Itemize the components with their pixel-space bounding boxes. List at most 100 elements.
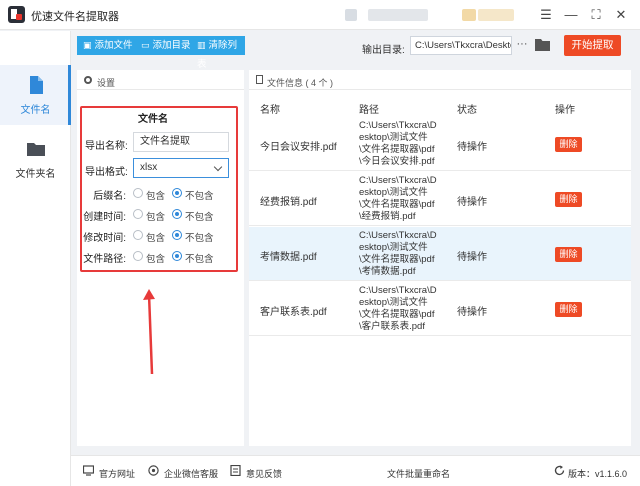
blurred-vip-badge bbox=[462, 9, 476, 21]
path-line: \今日会议安排.pdf bbox=[359, 156, 435, 167]
nav-item-foldername[interactable]: 文件夹名 bbox=[0, 129, 71, 189]
path-line: \经费报销.pdf bbox=[359, 211, 416, 222]
delete-button[interactable]: 删除 bbox=[555, 192, 582, 207]
path-exclude-radio[interactable] bbox=[172, 251, 182, 261]
maximize-button[interactable]: ⛶ bbox=[585, 4, 607, 26]
path-line: \客户联系表.pdf bbox=[359, 321, 425, 332]
path-include-radio[interactable] bbox=[133, 251, 143, 261]
export-name-input[interactable]: 文件名提取 bbox=[133, 132, 229, 152]
export-format-label: 导出格式: bbox=[85, 167, 128, 178]
minimize-button[interactable]: — bbox=[560, 4, 582, 26]
created-include-radio[interactable] bbox=[133, 209, 143, 219]
folder-plus-icon: ▭ bbox=[141, 40, 150, 50]
delete-button[interactable]: 删除 bbox=[555, 302, 582, 317]
path-line: C:\Users\Tkxcra\D bbox=[359, 285, 437, 296]
file-icon bbox=[29, 76, 43, 94]
footer-bar: 官方网址 企业微信客服 意见反馈 文件批量重命名 版本：v1.1.6.0 bbox=[71, 455, 640, 486]
path-line: C:\Users\Tkxcra\D bbox=[359, 120, 437, 131]
file-plus-icon: ▣ bbox=[83, 40, 92, 50]
file-path: C:\Users\Tkxcra\D esktop\测试文件 \文件名提取器\pd… bbox=[359, 285, 443, 333]
clear-list-button[interactable]: ▥ 清除列表 bbox=[191, 36, 245, 70]
folder-icon bbox=[26, 143, 45, 156]
export-format-value: xlsx bbox=[140, 162, 158, 173]
path-include-label: 包含 bbox=[146, 254, 166, 265]
app-logo-icon bbox=[8, 6, 25, 23]
wechat-service-link[interactable]: 企业微信客服 bbox=[164, 467, 218, 480]
title-bar: 优速文件名提取器 ☰ — ⛶ ✕ bbox=[0, 0, 640, 30]
export-name-label: 导出名称: bbox=[85, 141, 128, 152]
feedback-icon bbox=[230, 465, 241, 476]
modified-exclude-label: 不包含 bbox=[185, 233, 214, 244]
table-row[interactable]: 考情数据.pdf C:\Users\Tkxcra\D esktop\测试文件 \… bbox=[249, 227, 631, 281]
suffix-exclude-radio[interactable] bbox=[172, 188, 182, 198]
modified-exclude-radio[interactable] bbox=[172, 230, 182, 240]
output-dir-input[interactable]: C:\Users\Tkxcra\Deskto bbox=[410, 36, 512, 55]
modified-include-radio[interactable] bbox=[133, 230, 143, 240]
left-nav: 文件名 文件夹名 bbox=[0, 31, 71, 486]
created-exclude-label: 不包含 bbox=[185, 212, 214, 223]
path-line: \文件名提取器\pdf bbox=[359, 199, 435, 210]
menu-button[interactable]: ☰ bbox=[535, 4, 557, 26]
close-button[interactable]: ✕ bbox=[610, 4, 632, 26]
batch-rename-link[interactable]: 文件批量重命名 bbox=[387, 467, 450, 480]
table-row[interactable]: 客户联系表.pdf C:\Users\Tkxcra\D esktop\测试文件 … bbox=[249, 282, 631, 336]
group-title: 文件名 bbox=[138, 114, 168, 125]
created-exclude-radio[interactable] bbox=[172, 209, 182, 219]
add-file-label: 添加文件 bbox=[94, 40, 133, 51]
path-exclude-label: 不包含 bbox=[185, 254, 214, 265]
nav-item-filename[interactable]: 文件名 bbox=[0, 65, 71, 125]
path-line: \文件名提取器\pdf bbox=[359, 254, 435, 265]
chat-icon bbox=[148, 465, 159, 476]
file-path: C:\Users\Tkxcra\D esktop\测试文件 \文件名提取器\pd… bbox=[359, 175, 443, 223]
monitor-icon bbox=[83, 465, 94, 476]
gear-icon bbox=[84, 76, 92, 84]
document-icon bbox=[256, 75, 263, 84]
suffix-include-label: 包含 bbox=[146, 191, 166, 202]
chevron-down-icon bbox=[213, 162, 223, 172]
path-line: \文件名提取器\pdf bbox=[359, 309, 435, 320]
created-time-label: 创建时间: bbox=[83, 212, 126, 223]
delete-button[interactable]: 删除 bbox=[555, 137, 582, 152]
open-folder-icon[interactable] bbox=[535, 38, 550, 51]
file-list-header: 文件信息 ( 4 个 ) bbox=[249, 70, 631, 90]
settings-title: 设置 bbox=[97, 78, 116, 88]
file-path: C:\Users\Tkxcra\D esktop\测试文件 \文件名提取器\pd… bbox=[359, 230, 443, 278]
modified-include-label: 包含 bbox=[146, 233, 166, 244]
suffix-exclude-label: 不包含 bbox=[185, 191, 214, 202]
add-folder-button[interactable]: ▭ 添加目录 bbox=[135, 36, 191, 55]
website-link[interactable]: 官方网址 bbox=[99, 467, 135, 480]
table-row[interactable]: 今日会议安排.pdf C:\Users\Tkxcra\D esktop\测试文件… bbox=[249, 117, 631, 171]
created-include-label: 包含 bbox=[146, 212, 166, 223]
path-line: C:\Users\Tkxcra\D bbox=[359, 230, 437, 241]
refresh-icon bbox=[554, 465, 565, 476]
path-line: C:\Users\Tkxcra\D bbox=[359, 175, 437, 186]
version-label: 版本：v1.1.6.0 bbox=[568, 469, 628, 479]
annotation-arrow-icon bbox=[143, 289, 155, 375]
suffix-include-radio[interactable] bbox=[133, 188, 143, 198]
export-format-select[interactable]: xlsx bbox=[133, 158, 229, 178]
path-line: \考情数据.pdf bbox=[359, 266, 416, 277]
suffix-label: 后缀名: bbox=[93, 191, 126, 202]
output-dir-label: 输出目录: bbox=[362, 45, 405, 56]
path-line: \文件名提取器\pdf bbox=[359, 144, 435, 155]
path-line: esktop\测试文件 bbox=[359, 297, 428, 308]
blurred-account-info bbox=[368, 9, 428, 21]
file-name: 客户联系表.pdf bbox=[260, 307, 327, 318]
column-header-status: 状态 bbox=[457, 105, 477, 116]
app-title: 优速文件名提取器 bbox=[31, 11, 119, 23]
file-status: 待操作 bbox=[457, 252, 487, 263]
file-path-label: 文件路径: bbox=[83, 254, 126, 265]
file-name: 今日会议安排.pdf bbox=[260, 142, 337, 153]
modified-time-label: 修改时间: bbox=[83, 233, 126, 244]
file-path: C:\Users\Tkxcra\D esktop\测试文件 \文件名提取器\pd… bbox=[359, 120, 443, 168]
start-extract-button[interactable]: 开始提取 bbox=[564, 35, 621, 56]
add-folder-label: 添加目录 bbox=[152, 40, 191, 51]
file-status: 待操作 bbox=[457, 307, 487, 318]
table-row[interactable]: 经费报销.pdf C:\Users\Tkxcra\D esktop\测试文件 \… bbox=[249, 172, 631, 226]
delete-button[interactable]: 删除 bbox=[555, 247, 582, 262]
browse-button[interactable]: ··· bbox=[515, 36, 529, 55]
path-line: esktop\测试文件 bbox=[359, 242, 428, 253]
feedback-link[interactable]: 意见反馈 bbox=[246, 467, 282, 480]
path-line: esktop\测试文件 bbox=[359, 187, 428, 198]
add-file-button[interactable]: ▣ 添加文件 bbox=[77, 36, 135, 55]
